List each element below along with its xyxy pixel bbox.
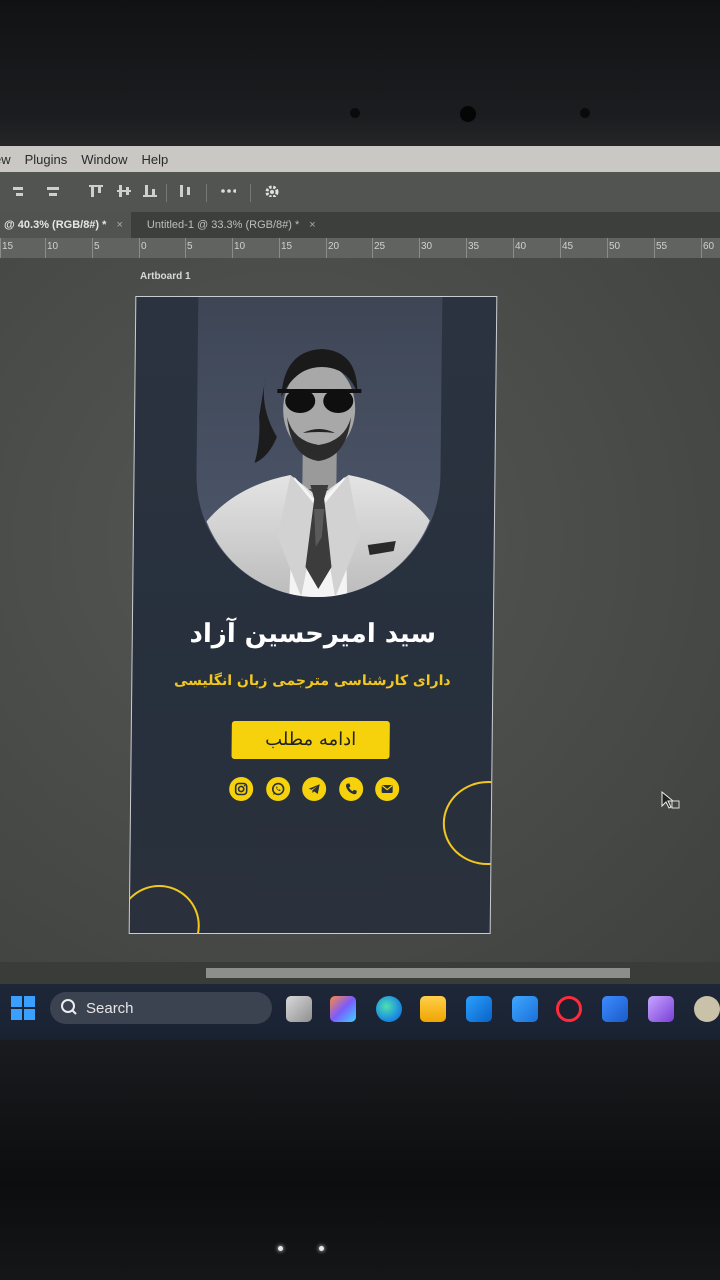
align-left-icon[interactable] bbox=[10, 185, 26, 199]
menu-bar: ew Plugins Window Help bbox=[0, 146, 720, 172]
ruler-label: 30 bbox=[421, 241, 433, 252]
whatsapp-icon[interactable] bbox=[265, 777, 290, 801]
decorative-ring bbox=[128, 885, 201, 934]
search-icon bbox=[61, 999, 77, 1015]
ruler-label: 5 bbox=[94, 241, 100, 252]
status-led bbox=[319, 1246, 324, 1251]
tab-document-1[interactable]: @ 40.3% (RGB/8#) * × bbox=[0, 212, 131, 238]
ruler-tick bbox=[372, 238, 373, 258]
search-label: Search bbox=[86, 999, 134, 1017]
ruler-tick bbox=[607, 238, 608, 258]
bezel-sensor bbox=[580, 108, 590, 118]
file-explorer-icon[interactable] bbox=[420, 996, 446, 1022]
ruler-label: 15 bbox=[281, 241, 293, 252]
ruler-label: 10 bbox=[234, 241, 246, 252]
gear-icon[interactable] bbox=[263, 183, 279, 197]
webcam-icon bbox=[460, 106, 476, 122]
profile-name: سید امیرحسین آزاد bbox=[189, 619, 437, 649]
task-view-icon[interactable] bbox=[286, 996, 312, 1022]
ruler-label: 55 bbox=[656, 241, 668, 252]
status-led bbox=[278, 1246, 283, 1251]
taskbar-search[interactable]: Search bbox=[50, 992, 272, 1024]
photoshop-screen: ew Plugins Window Help @ 40.3% (RGB/8#) … bbox=[0, 146, 720, 1040]
menu-item-help[interactable]: Help bbox=[142, 152, 169, 167]
telegram-icon[interactable] bbox=[302, 777, 327, 801]
ruler-tick bbox=[513, 238, 514, 258]
more-options-icon[interactable] bbox=[220, 184, 236, 198]
ruler-tick bbox=[232, 238, 233, 258]
close-icon[interactable]: × bbox=[116, 219, 122, 231]
ruler-label: 35 bbox=[468, 241, 480, 252]
ruler-label: 0 bbox=[141, 241, 147, 252]
ruler-tick bbox=[560, 238, 561, 258]
ruler-label: 5 bbox=[187, 241, 193, 252]
ruler-label: 50 bbox=[609, 241, 621, 252]
user-app-icon[interactable] bbox=[694, 996, 720, 1022]
ruler-tick bbox=[92, 238, 93, 258]
horizontal-scrollbar[interactable] bbox=[0, 962, 720, 984]
edge-icon[interactable] bbox=[376, 996, 402, 1022]
document-tabs: @ 40.3% (RGB/8#) * × Untitled-1 @ 33.3% … bbox=[0, 212, 720, 238]
ruler-tick bbox=[139, 238, 140, 258]
ruler-label: 15 bbox=[2, 241, 14, 252]
ruler-tick bbox=[45, 238, 46, 258]
social-icons-row bbox=[229, 777, 400, 803]
phone-icon[interactable] bbox=[338, 777, 363, 801]
ruler-label: 20 bbox=[328, 241, 340, 252]
artboard[interactable]: سید امیرحسین آزاد دارای کارشناسی مترجمی … bbox=[128, 296, 498, 934]
toolbar-divider bbox=[166, 184, 167, 202]
windows-taskbar: Search bbox=[0, 984, 720, 1040]
options-toolbar bbox=[0, 172, 720, 212]
tab-untitled-1[interactable]: Untitled-1 @ 33.3% (RGB/8#) * × bbox=[139, 212, 324, 238]
copilot-icon[interactable] bbox=[330, 996, 356, 1022]
outlook-icon[interactable] bbox=[466, 996, 492, 1022]
ruler-label: 45 bbox=[562, 241, 574, 252]
windows-start-icon[interactable] bbox=[10, 995, 36, 1021]
app-m-icon[interactable] bbox=[512, 996, 538, 1022]
align-bottom-icon[interactable] bbox=[142, 184, 158, 198]
ruler-tick bbox=[466, 238, 467, 258]
align-top-icon[interactable] bbox=[88, 184, 104, 198]
ruler-label: 25 bbox=[374, 241, 386, 252]
opera-icon[interactable] bbox=[556, 996, 582, 1022]
ruler-tick bbox=[279, 238, 280, 258]
canvas-area[interactable]: Artboard 1 سید امیرحسین آزاد دارای کارشن… bbox=[0, 258, 720, 962]
menu-item-plugins[interactable]: Plugins bbox=[25, 152, 68, 167]
ruler-tick bbox=[419, 238, 420, 258]
monitor-bezel-bottom bbox=[0, 1040, 720, 1280]
ruler-tick bbox=[0, 238, 1, 258]
horizontal-ruler: 15 10 5 0 5 10 15 20 25 30 35 40 45 50 5… bbox=[0, 238, 720, 259]
portrait-photo bbox=[197, 337, 440, 597]
align-vertical-center-icon[interactable] bbox=[116, 184, 132, 198]
close-icon[interactable]: × bbox=[309, 219, 315, 231]
monitor-bezel-top bbox=[0, 0, 720, 148]
ruler-tick bbox=[185, 238, 186, 258]
word-icon[interactable] bbox=[602, 996, 628, 1022]
scrollbar-thumb[interactable] bbox=[206, 968, 630, 978]
ruler-label: 40 bbox=[515, 241, 527, 252]
tab-label: @ 40.3% (RGB/8#) * bbox=[4, 219, 107, 231]
email-icon[interactable] bbox=[375, 777, 400, 801]
menu-item-view[interactable]: ew bbox=[0, 152, 11, 167]
profile-subtitle: دارای کارشناسی مترجمی زبان انگلیسی bbox=[173, 673, 451, 689]
distribute-icon[interactable] bbox=[177, 184, 193, 198]
artboard-label[interactable]: Artboard 1 bbox=[140, 271, 191, 282]
bezel-sensor bbox=[350, 108, 360, 118]
toolbar-divider bbox=[250, 184, 251, 202]
instagram-icon[interactable] bbox=[229, 777, 254, 801]
menu-item-window[interactable]: Window bbox=[81, 152, 127, 167]
ruler-tick bbox=[326, 238, 327, 258]
toolbar-divider bbox=[206, 184, 207, 202]
mouse-cursor-icon bbox=[661, 790, 680, 809]
ruler-tick bbox=[654, 238, 655, 258]
visual-studio-icon[interactable] bbox=[648, 996, 674, 1022]
ruler-label: 60 bbox=[703, 241, 715, 252]
tab-label: Untitled-1 @ 33.3% (RGB/8#) * bbox=[146, 219, 300, 231]
ruler-label: 10 bbox=[47, 241, 59, 252]
decorative-ring bbox=[442, 781, 498, 865]
ruler-tick bbox=[701, 238, 702, 258]
align-center-icon[interactable] bbox=[45, 185, 61, 199]
read-more-button[interactable]: ادامه مطلب bbox=[231, 721, 390, 759]
